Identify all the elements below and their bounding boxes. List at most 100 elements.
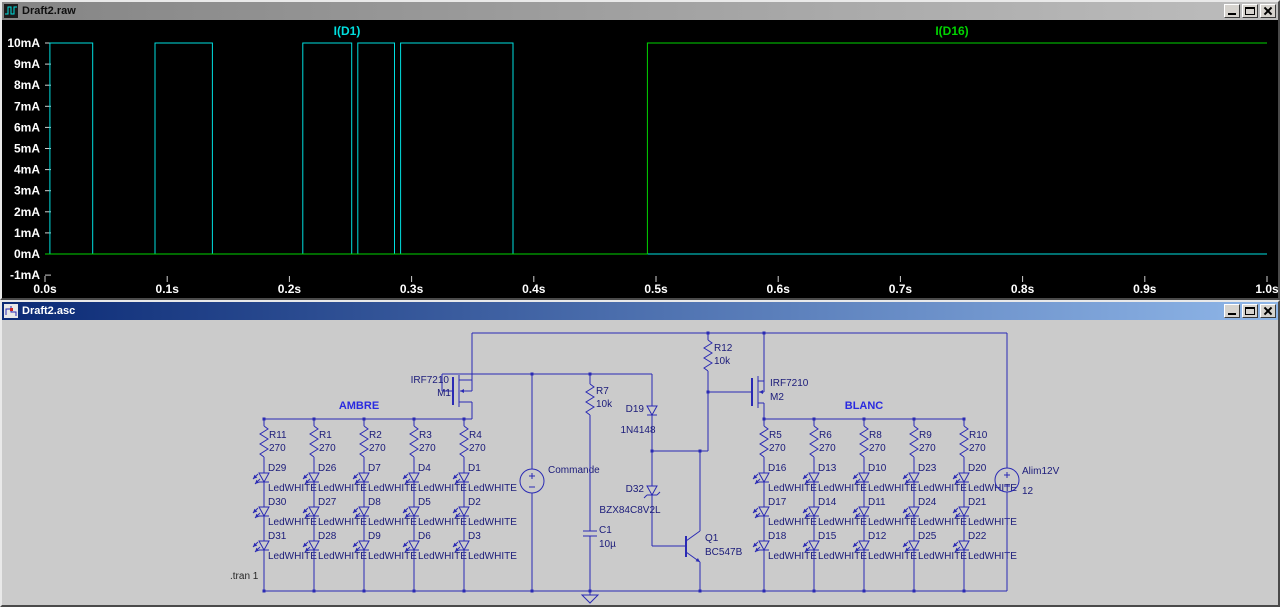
waveform-plot[interactable]: 10mA 9mA 8mA 7mA 6mA 5mA 4mA 3mA 2mA 1mA 0mA -1mA 0.… <box>2 20 1278 298</box>
y-tick-label: 4mA <box>14 163 40 177</box>
y-tick-label: 5mA <box>14 142 40 156</box>
led-symbol[interactable] <box>958 472 970 484</box>
x-tick-label: 0.8s <box>1011 282 1035 296</box>
resistor-symbol[interactable] <box>409 425 419 458</box>
alim-value: 12 <box>1022 486 1034 497</box>
zener-wing[interactable] <box>643 494 648 499</box>
led-designator: D17 <box>768 497 787 508</box>
led-symbol[interactable] <box>758 472 770 484</box>
resistor-name: R4 <box>469 430 482 441</box>
alim-name: Alim12V <box>1022 466 1060 477</box>
led-symbol[interactable] <box>258 506 270 518</box>
schematic-titlebar[interactable]: Draft2.asc <box>2 302 1278 320</box>
minimize-button[interactable] <box>1224 304 1240 318</box>
junction-dot <box>706 390 710 394</box>
maximize-button[interactable] <box>1242 304 1258 318</box>
trace-I(D1)[interactable] <box>45 42 1267 255</box>
resistor-symbol[interactable] <box>259 425 269 458</box>
led-symbol[interactable] <box>908 506 920 518</box>
close-button[interactable] <box>1260 4 1276 18</box>
resistor-name: R3 <box>419 430 432 441</box>
led-symbol[interactable] <box>958 540 970 552</box>
led-symbol[interactable] <box>408 506 420 518</box>
waveform-titlebar[interactable]: Draft2.raw <box>2 2 1278 20</box>
schematic-drawing[interactable]: R11 270 D29 LedWHITE D30 LedWHITE D31 LedWHITE R… <box>2 320 1278 605</box>
commande-source[interactable] <box>519 468 545 494</box>
led-symbol[interactable] <box>308 472 320 484</box>
r7-symbol[interactable] <box>585 383 595 416</box>
led-symbol[interactable] <box>908 472 920 484</box>
led-value: LedWHITE <box>968 551 1017 562</box>
led-symbol[interactable] <box>258 472 270 484</box>
legend-series-2[interactable]: I(D16) <box>935 24 968 38</box>
close-button[interactable] <box>1260 304 1276 318</box>
led-designator: D13 <box>818 463 837 474</box>
led-symbol[interactable] <box>858 506 870 518</box>
wire[interactable] <box>685 530 701 542</box>
led-symbol[interactable] <box>808 506 820 518</box>
led-symbol[interactable] <box>858 540 870 552</box>
led-symbol[interactable] <box>308 506 320 518</box>
resistor-symbol[interactable] <box>359 425 369 458</box>
led-symbol[interactable] <box>808 540 820 552</box>
led-value: LedWHITE <box>318 551 367 562</box>
led-symbol[interactable] <box>358 472 370 484</box>
led-designator: D10 <box>868 463 887 474</box>
zener-diode-symbol[interactable] <box>646 485 658 497</box>
resistor-value: 270 <box>419 443 436 454</box>
led-symbol[interactable] <box>908 540 920 552</box>
led-designator: D4 <box>418 463 431 474</box>
resistor-symbol[interactable] <box>859 425 869 458</box>
led-symbol[interactable] <box>458 506 470 518</box>
r12-name: R12 <box>714 343 733 354</box>
resistor-name: R1 <box>319 430 332 441</box>
trace-I(D16)[interactable] <box>45 42 1267 255</box>
q1-value: BC547B <box>705 547 743 558</box>
legend-series-1[interactable]: I(D1) <box>334 24 361 38</box>
resistor-symbol[interactable] <box>459 425 469 458</box>
led-symbol[interactable] <box>408 540 420 552</box>
resistor-value: 270 <box>819 443 836 454</box>
resistor-name: R6 <box>819 430 832 441</box>
led-symbol[interactable] <box>858 472 870 484</box>
led-symbol[interactable] <box>308 540 320 552</box>
zener-wing[interactable] <box>656 491 661 496</box>
x-tick-label: 0.4s <box>522 282 546 296</box>
schematic-canvas[interactable]: R11 270 D29 LedWHITE D30 LedWHITE D31 LedWHITE R… <box>2 320 1278 605</box>
resistor-symbol[interactable] <box>909 425 919 458</box>
resistor-symbol[interactable] <box>809 425 819 458</box>
resistor-symbol[interactable] <box>959 425 969 458</box>
led-symbol[interactable] <box>358 506 370 518</box>
ground-symbol[interactable] <box>580 594 600 604</box>
led-symbol[interactable] <box>758 540 770 552</box>
led-value: LedWHITE <box>268 483 317 494</box>
x-tick-label: 0.5s <box>644 282 668 296</box>
y-tick-label: 3mA <box>14 184 40 198</box>
spice-directive: .tran 1 <box>230 571 259 582</box>
x-tick-label: 0.3s <box>400 282 424 296</box>
led-symbol[interactable] <box>758 506 770 518</box>
diode-symbol[interactable] <box>646 405 658 417</box>
m2-value: IRF7210 <box>770 378 809 389</box>
led-symbol[interactable] <box>958 506 970 518</box>
led-symbol[interactable] <box>458 540 470 552</box>
led-designator: D2 <box>468 497 481 508</box>
group-label-ambre: AMBRE <box>339 400 379 412</box>
led-symbol[interactable] <box>408 472 420 484</box>
led-symbol[interactable] <box>358 540 370 552</box>
waveform-plot-canvas[interactable]: 10mA9mA8mA7mA6mA5mA4mA3mA2mA1mA0mA-1mA0.… <box>2 20 1278 298</box>
led-value: LedWHITE <box>818 517 867 528</box>
led-symbol[interactable] <box>458 472 470 484</box>
resistor-symbol[interactable] <box>309 425 319 458</box>
x-tick-label: 0.7s <box>889 282 913 296</box>
maximize-button[interactable] <box>1242 4 1258 18</box>
led-symbol[interactable] <box>808 472 820 484</box>
minimize-button[interactable] <box>1224 4 1240 18</box>
led-symbol[interactable] <box>258 540 270 552</box>
led-value: LedWHITE <box>418 517 467 528</box>
arrow-head <box>759 390 763 394</box>
resistor-symbol[interactable] <box>759 425 769 458</box>
r12-symbol[interactable] <box>703 339 713 372</box>
resistor-value: 270 <box>319 443 336 454</box>
led-designator: D25 <box>918 531 937 542</box>
